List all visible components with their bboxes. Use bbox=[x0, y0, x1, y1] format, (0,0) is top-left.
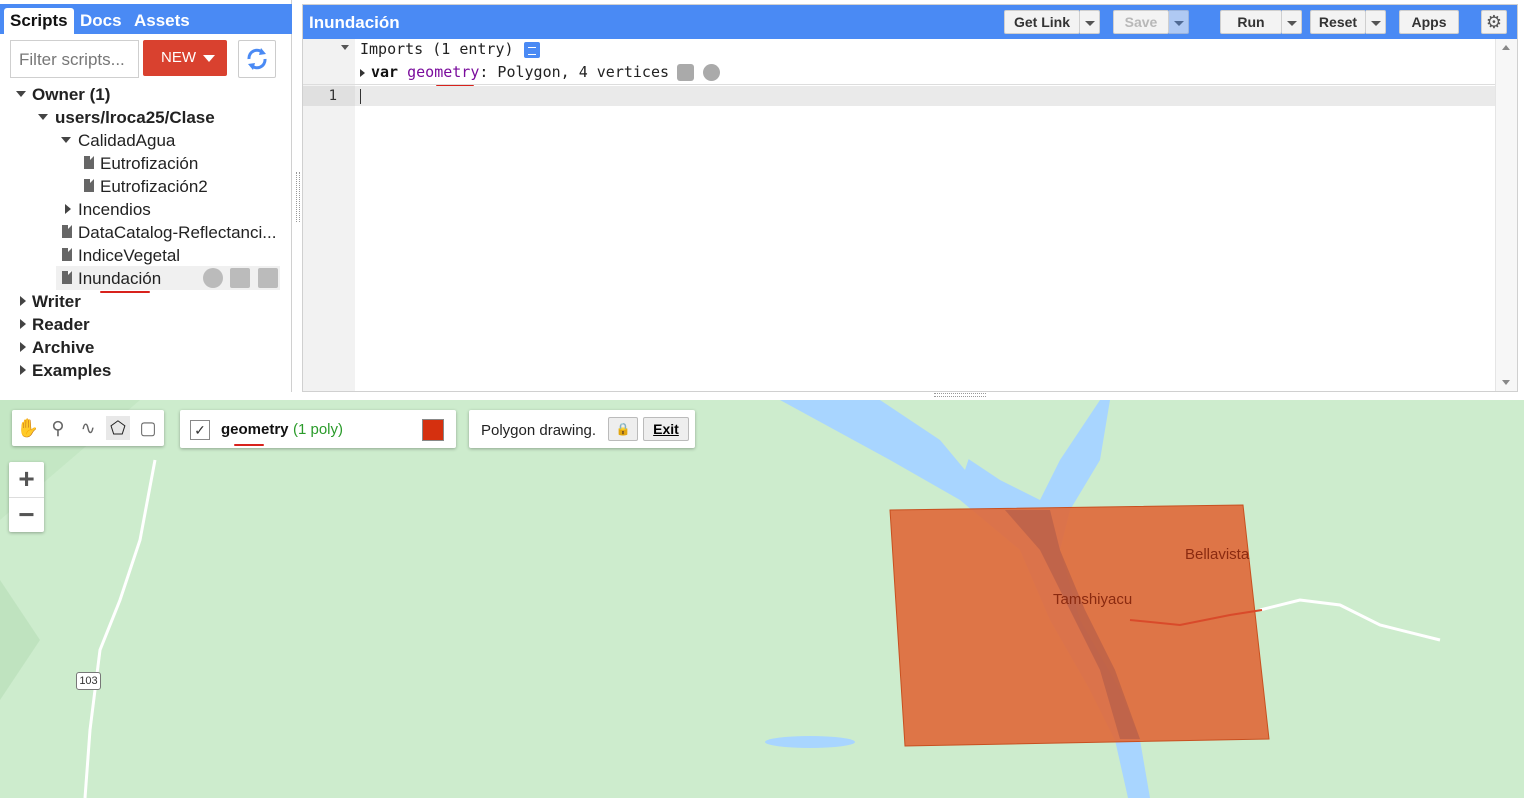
expand-repo-icon[interactable] bbox=[38, 114, 48, 120]
zoom-in-button[interactable]: + bbox=[9, 462, 44, 497]
code-editor-panel: Inundación Get Link Save Run Reset Apps … bbox=[302, 4, 1518, 392]
show-script-icon[interactable] bbox=[523, 41, 540, 58]
scroll-up-icon[interactable] bbox=[1502, 45, 1510, 50]
tree-owner[interactable]: Owner (1) bbox=[32, 85, 110, 107]
import-line: var geometry: Polygon, 4 vertices bbox=[360, 63, 721, 81]
var-keyword: var bbox=[371, 63, 399, 81]
tree-reader[interactable]: Reader bbox=[32, 315, 90, 337]
expand-import-icon[interactable] bbox=[360, 68, 365, 77]
file-icon bbox=[84, 179, 94, 192]
expand-folder-icon[interactable] bbox=[61, 137, 71, 143]
tree-user-repo[interactable]: users/lroca25/Clase bbox=[55, 108, 215, 130]
place-label-bellavista: Bellavista bbox=[1185, 546, 1250, 563]
new-button[interactable]: NEW bbox=[143, 40, 227, 76]
chevron-down-icon bbox=[203, 54, 215, 62]
run-button[interactable]: Run bbox=[1220, 10, 1282, 34]
file-icon bbox=[62, 225, 72, 238]
scroll-down-icon[interactable] bbox=[1502, 380, 1510, 385]
tree-folder-calidadagua[interactable]: CalidadAgua bbox=[78, 131, 175, 153]
zoom-control: + − bbox=[9, 462, 44, 532]
imports-header: Imports (1 entry) bbox=[360, 40, 540, 58]
show-geometry-icon[interactable] bbox=[703, 64, 721, 81]
expand-owner-icon[interactable] bbox=[16, 91, 26, 97]
import-variable-name[interactable]: geometry bbox=[407, 63, 479, 81]
tab-assets[interactable]: Assets bbox=[128, 8, 196, 34]
refresh-icon bbox=[247, 48, 267, 70]
annotation-underline bbox=[100, 291, 150, 293]
tree-file-inundacion[interactable]: Inundación bbox=[78, 269, 161, 291]
expand-folder-icon[interactable] bbox=[65, 204, 71, 214]
tree-file-indicevegetal[interactable]: IndiceVegetal bbox=[78, 246, 180, 268]
place-label-tamshiyacu: Tamshiyacu bbox=[1053, 591, 1133, 608]
import-description: : Polygon, 4 vertices bbox=[479, 63, 670, 81]
polygon-tool-icon[interactable]: ⬠ bbox=[106, 416, 130, 440]
tab-docs[interactable]: Docs bbox=[74, 8, 128, 34]
rectangle-tool-icon[interactable]: ▢ bbox=[136, 416, 160, 440]
geometry-layer-count: (1 poly) bbox=[292, 421, 344, 438]
left-tabs: Scripts Docs Assets bbox=[0, 4, 292, 34]
geometry-layer-name: geometry bbox=[221, 421, 289, 438]
save-button[interactable]: Save bbox=[1113, 10, 1169, 34]
drawing-status-panel: Polygon drawing. 🔒 Exit bbox=[469, 410, 695, 448]
refresh-button[interactable] bbox=[238, 40, 276, 78]
file-icon bbox=[84, 156, 94, 169]
editor-toolbar: Inundación Get Link Save Run Reset Apps … bbox=[303, 5, 1517, 39]
tree-file-datacatalog[interactable]: DataCatalog-Reflectanci... bbox=[78, 223, 276, 245]
script-title: Inundación bbox=[309, 13, 400, 32]
expand-reader-icon[interactable] bbox=[20, 319, 26, 329]
layer-color-swatch[interactable] bbox=[422, 419, 444, 441]
active-code-line[interactable] bbox=[355, 86, 1495, 106]
tree-examples[interactable]: Examples bbox=[32, 361, 111, 383]
new-button-label: NEW bbox=[161, 49, 196, 66]
map-panel[interactable]: ✋ ⚲ ∿ ⬠ ▢ ✓ geometry (1 poly) Polygon dr… bbox=[0, 400, 1524, 798]
drawing-tools: ✋ ⚲ ∿ ⬠ ▢ bbox=[12, 410, 164, 446]
line-number: 1 bbox=[303, 86, 355, 106]
expand-archive-icon[interactable] bbox=[20, 342, 26, 352]
horizontal-splitter[interactable] bbox=[934, 393, 986, 397]
annotation-underline bbox=[234, 444, 264, 446]
tree-archive[interactable]: Archive bbox=[32, 338, 94, 360]
lock-icon[interactable]: 🔒 bbox=[608, 417, 638, 441]
filter-scripts-input[interactable]: Filter scripts... bbox=[10, 40, 139, 78]
editor-scrollbar[interactable] bbox=[1495, 39, 1517, 391]
tree-file-eutrofizacion[interactable]: Eutrofización bbox=[100, 154, 198, 176]
file-icon bbox=[62, 271, 72, 284]
road-shield: 103 bbox=[76, 672, 101, 690]
imports-divider bbox=[303, 84, 1495, 85]
history-icon[interactable] bbox=[203, 268, 223, 288]
imports-label: Imports (1 entry) bbox=[360, 40, 514, 58]
reset-button[interactable]: Reset bbox=[1310, 10, 1366, 34]
tree-folder-incendios[interactable]: Incendios bbox=[78, 200, 151, 222]
reset-dropdown[interactable] bbox=[1366, 10, 1386, 34]
tree-file-eutrofizacion2[interactable]: Eutrofización2 bbox=[100, 177, 208, 199]
expand-writer-icon[interactable] bbox=[20, 296, 26, 306]
expand-examples-icon[interactable] bbox=[20, 365, 26, 375]
map-background bbox=[0, 400, 1441, 798]
get-link-dropdown[interactable] bbox=[1080, 10, 1100, 34]
vertical-splitter[interactable] bbox=[296, 172, 300, 222]
exit-drawing-button[interactable]: Exit bbox=[643, 417, 689, 441]
geometry-layer-panel: ✓ geometry (1 poly) bbox=[180, 410, 456, 448]
geometry-layer-text[interactable]: geometry (1 poly) bbox=[221, 421, 343, 439]
layer-checkbox[interactable]: ✓ bbox=[190, 420, 210, 440]
settings-gear-icon[interactable]: ⚙ bbox=[1481, 10, 1507, 34]
zoom-out-button[interactable]: − bbox=[9, 497, 44, 532]
line-tool-icon[interactable]: ∿ bbox=[76, 416, 100, 440]
get-link-button[interactable]: Get Link bbox=[1004, 10, 1080, 34]
save-dropdown[interactable] bbox=[1169, 10, 1189, 34]
drawing-status-text: Polygon drawing. bbox=[481, 422, 597, 439]
delete-icon[interactable] bbox=[258, 268, 278, 288]
collapse-imports-icon[interactable] bbox=[341, 45, 349, 50]
tree-writer[interactable]: Writer bbox=[32, 292, 81, 314]
pan-hand-icon[interactable]: ✋ bbox=[16, 416, 40, 440]
edit-settings-icon[interactable] bbox=[677, 64, 695, 81]
scripts-panel: Scripts Docs Assets Filter scripts... NE… bbox=[0, 0, 292, 392]
text-cursor bbox=[360, 89, 361, 104]
edit-icon[interactable] bbox=[230, 268, 250, 288]
marker-icon[interactable]: ⚲ bbox=[46, 416, 70, 440]
tab-scripts[interactable]: Scripts bbox=[4, 8, 74, 34]
apps-button[interactable]: Apps bbox=[1399, 10, 1459, 34]
file-icon bbox=[62, 248, 72, 261]
run-dropdown[interactable] bbox=[1282, 10, 1302, 34]
